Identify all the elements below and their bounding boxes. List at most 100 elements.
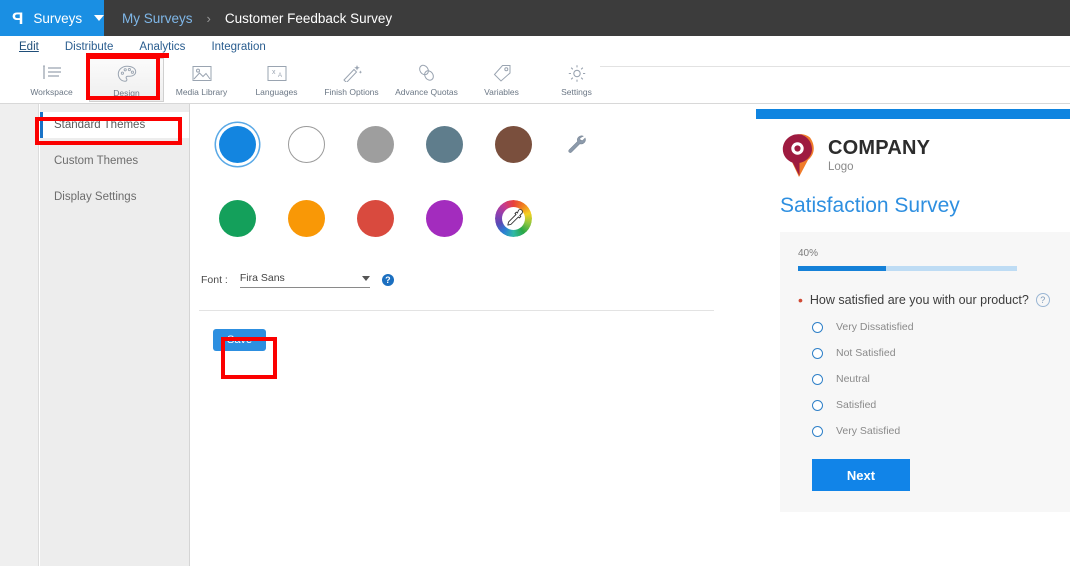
survey-question-card: 40% • How satisfied are you with our pro… [780,232,1070,512]
toolbar-item-settings[interactable]: Settings [539,58,614,97]
toolbar-item-finish-options[interactable]: Finish Options [314,58,389,97]
toolbar-item-variables[interactable]: Variables [464,58,539,97]
theme-swatch-slate-blue-cell[interactable] [426,126,495,163]
theme-swatch-green[interactable] [219,200,256,237]
breadcrumb: My Surveys › Customer Feedback Survey [104,11,392,26]
theme-swatch-grey-cell[interactable] [357,126,426,163]
theme-swatch-white-cell[interactable] [288,126,357,163]
breadcrumb-separator-icon: › [207,11,211,26]
brand-menu[interactable]: P Surveys [0,0,104,36]
toolbar-label-design: Design [113,88,139,98]
next-button[interactable]: Next [812,459,910,491]
theme-swatch-brown-cell[interactable] [495,126,564,163]
theme-swatch-purple-cell[interactable] [426,200,495,237]
toolbar-label-languages: Languages [255,87,297,97]
theme-swatch-brown[interactable] [495,126,532,163]
radio-icon[interactable] [812,400,823,411]
menu-item-edit[interactable]: Edit [6,36,52,58]
color-picker-wheel-icon[interactable] [495,200,532,237]
theme-custom-color-cell[interactable] [495,200,564,237]
top-app-bar: P Surveys My Surveys › Customer Feedback… [0,0,1070,36]
theme-swatch-slate-blue[interactable] [426,126,463,163]
page-body: Standard Themes Custom Themes Display Se… [0,104,1070,566]
sidebar-label-display-settings: Display Settings [54,191,136,203]
sidebar-item-standard-themes[interactable]: Standard Themes [40,112,189,138]
app-logo-icon: P [12,10,23,27]
theme-swatch-white[interactable] [288,126,325,163]
svg-text:A: A [278,73,282,79]
required-marker-icon: • [798,295,803,305]
sidebar-item-display-settings[interactable]: Display Settings [40,184,189,210]
toolbar-item-media-library[interactable]: Media Library [164,58,239,97]
question-help-icon[interactable]: ? [1036,293,1050,307]
translate-icon: xA [267,62,287,84]
radio-icon[interactable] [812,348,823,359]
toolbar-item-workspace[interactable]: Workspace [14,58,89,97]
design-nav-panel: Standard Themes Custom Themes Display Se… [40,104,190,566]
save-area: Save [191,329,755,351]
menu-item-distribute[interactable]: Distribute [52,36,127,58]
menu-item-integration[interactable]: Integration [198,36,278,58]
theme-customize-cell[interactable] [564,132,633,158]
progress-bar-fill [798,266,886,271]
theme-swatch-blue-cell[interactable] [219,126,288,163]
theme-swatch-blue[interactable] [219,126,256,163]
toolbar-label-variables: Variables [484,87,519,97]
links-icon [417,62,437,84]
section-divider [199,310,714,311]
font-select[interactable]: Fira Sans [240,272,370,288]
magic-wand-icon [342,62,362,84]
preview-content: COMPANY Logo Satisfaction Survey 40% • H… [756,119,1070,512]
toolbar-item-advance-quotas[interactable]: Advance Quotas [389,58,464,97]
palette-icon [117,63,137,85]
toolbar-divider [600,66,1070,67]
theme-swatch-purple[interactable] [426,200,463,237]
company-logo-text: COMPANY Logo [828,138,930,174]
wrench-icon[interactable] [564,132,590,158]
theme-swatch-row-2 [191,200,755,237]
icon-rail [0,104,39,566]
tag-icon [492,62,512,84]
option-satisfied[interactable]: Satisfied [798,399,1070,411]
company-name: COMPANY [828,138,930,158]
preview-accent-bar [756,109,1070,119]
breadcrumb-my-surveys[interactable]: My Surveys [122,11,193,26]
radio-icon[interactable] [812,322,823,333]
theme-swatch-red-cell[interactable] [357,200,426,237]
theme-swatch-red[interactable] [357,200,394,237]
survey-preview-panel: COMPANY Logo Satisfaction Survey 40% • H… [756,104,1070,566]
theme-swatch-orange-cell[interactable] [288,200,357,237]
radio-icon[interactable] [812,426,823,437]
company-subtitle: Logo [828,162,930,174]
chevron-down-icon [94,15,104,21]
eyedropper-icon [504,208,524,228]
menu-item-analytics[interactable]: Analytics [126,36,198,58]
help-icon[interactable]: ? [382,274,394,286]
main-menu-bar: Edit Distribute Analytics Integration [0,36,1070,58]
toolbar-label-media-library: Media Library [176,87,228,97]
font-label: Font : [201,274,228,286]
radio-icon[interactable] [812,374,823,385]
option-label: Not Satisfied [836,347,896,359]
sidebar-item-custom-themes[interactable]: Custom Themes [40,148,189,174]
company-logo: COMPANY Logo [756,119,1070,178]
chevron-down-icon [362,276,370,281]
question-row: • How satisfied are you with our product… [798,293,1070,307]
font-setting-row: Font : Fira Sans ? [191,272,755,288]
toolbar-label-settings: Settings [561,87,592,97]
sidebar-label-standard-themes: Standard Themes [54,119,145,131]
toolbar-item-design[interactable]: Design [89,58,164,102]
toolbar-label-advance-quotas: Advance Quotas [395,87,458,97]
theme-swatch-orange[interactable] [288,200,325,237]
theme-swatch-green-cell[interactable] [219,200,288,237]
save-button[interactable]: Save [213,329,266,351]
option-very-dissatisfied[interactable]: Very Dissatisfied [798,321,1070,333]
map-pin-logo-icon [780,133,819,178]
toolbar-item-languages[interactable]: xA Languages [239,58,314,97]
theme-swatch-grey[interactable] [357,126,394,163]
option-very-satisfied[interactable]: Very Satisfied [798,425,1070,437]
option-neutral[interactable]: Neutral [798,373,1070,385]
design-toolbar: Workspace Design Media Library xA Langua… [0,58,1070,104]
option-not-satisfied[interactable]: Not Satisfied [798,347,1070,359]
brand-label: Surveys [33,11,82,26]
